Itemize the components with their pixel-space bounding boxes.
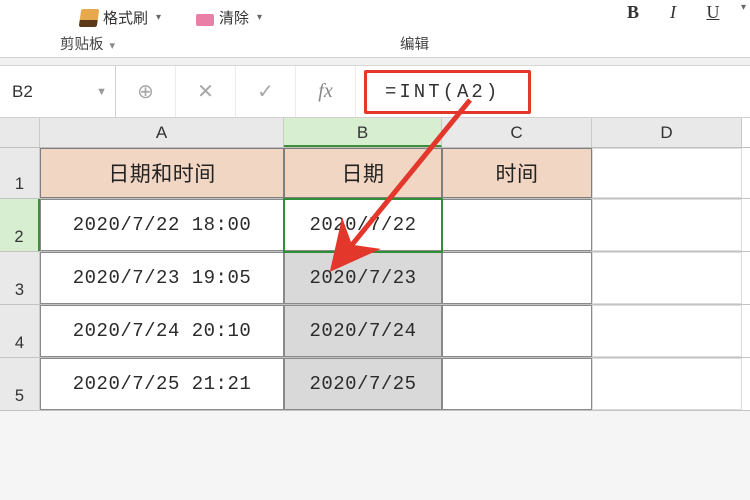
format-painter-button[interactable]: 格式刷 ▾ <box>70 3 171 32</box>
cell-A2[interactable]: 2020/7/22 18:00 <box>40 199 284 251</box>
clear-label: 清除 <box>219 7 249 28</box>
clear-button[interactable]: 清除 ▾ <box>186 3 272 32</box>
clipboard-group-label: 剪贴板▾ <box>60 33 115 54</box>
formula-input-wrap[interactable]: =INT(A2) <box>356 66 750 117</box>
row-header-3[interactable]: 3 <box>0 252 40 304</box>
cell-C1[interactable]: 时间 <box>442 148 592 198</box>
edit-group-label: 编辑 <box>400 33 429 54</box>
row-header-4[interactable]: 4 <box>0 305 40 357</box>
table-row: 2 2020/7/22 18:00 2020/7/22 <box>0 199 750 252</box>
column-header-D[interactable]: D <box>592 118 742 147</box>
formula-input[interactable]: =INT(A2) <box>364 70 531 114</box>
cell-B1[interactable]: 日期 <box>284 148 442 198</box>
table-row: 3 2020/7/23 19:05 2020/7/23 <box>0 252 750 305</box>
insert-function-extra-icon[interactable]: ⊕ <box>116 66 176 117</box>
row-header-1[interactable]: 1 <box>0 148 40 198</box>
cell-B2[interactable]: 2020/7/22 <box>284 199 442 251</box>
cell-A4[interactable]: 2020/7/24 20:10 <box>40 305 284 357</box>
format-painter-label: 格式刷 <box>103 7 148 28</box>
cell-C2[interactable] <box>442 199 592 251</box>
chevron-down-icon: ▾ <box>156 12 161 23</box>
cell-B3[interactable]: 2020/7/23 <box>284 252 442 304</box>
row-header-5[interactable]: 5 <box>0 358 40 410</box>
table-row: 1 日期和时间 日期 时间 <box>0 148 750 199</box>
cancel-formula-button[interactable]: ✕ <box>176 66 236 117</box>
eraser-icon <box>196 14 214 26</box>
cell-D4[interactable] <box>592 305 742 357</box>
select-all-corner[interactable] <box>0 118 40 147</box>
table-row: 4 2020/7/24 20:10 2020/7/24 <box>0 305 750 358</box>
cell-D1[interactable] <box>592 148 742 198</box>
cell-B5[interactable]: 2020/7/25 <box>284 358 442 410</box>
underline-button[interactable]: U <box>698 2 728 23</box>
cell-D2[interactable] <box>592 199 742 251</box>
brush-icon <box>79 9 100 27</box>
cell-A1[interactable]: 日期和时间 <box>40 148 284 198</box>
cell-D5[interactable] <box>592 358 742 410</box>
cell-C5[interactable] <box>442 358 592 410</box>
column-headers: A B C D <box>0 118 750 148</box>
ribbon: 格式刷 ▾ 清除 ▾ 剪贴板▾ 编辑 B I U ▾ <box>0 0 750 58</box>
font-style-buttons: B I U ▾ <box>618 2 746 23</box>
formula-bar: B2 ▼ ⊕ ✕ ✓ fx =INT(A2) <box>0 66 750 118</box>
cell-D3[interactable] <box>592 252 742 304</box>
chevron-down-icon: ▾ <box>257 12 262 23</box>
chevron-down-icon: ▾ <box>741 2 746 23</box>
bold-button[interactable]: B <box>618 2 648 23</box>
spreadsheet-grid[interactable]: A B C D 1 日期和时间 日期 时间 2 2020/7/22 18:00 … <box>0 118 750 411</box>
cell-B4[interactable]: 2020/7/24 <box>284 305 442 357</box>
cell-C4[interactable] <box>442 305 592 357</box>
fx-icon[interactable]: fx <box>296 66 356 117</box>
row-header-2[interactable]: 2 <box>0 199 40 251</box>
column-header-C[interactable]: C <box>442 118 592 147</box>
italic-button[interactable]: I <box>658 2 688 23</box>
column-header-B[interactable]: B <box>284 118 442 147</box>
confirm-formula-button[interactable]: ✓ <box>236 66 296 117</box>
cell-C3[interactable] <box>442 252 592 304</box>
chevron-down-icon: ▼ <box>96 86 107 98</box>
cell-A5[interactable]: 2020/7/25 21:21 <box>40 358 284 410</box>
name-box-value: B2 <box>12 82 33 102</box>
name-box[interactable]: B2 ▼ <box>0 66 116 117</box>
column-header-A[interactable]: A <box>40 118 284 147</box>
cell-A3[interactable]: 2020/7/23 19:05 <box>40 252 284 304</box>
table-row: 5 2020/7/25 21:21 2020/7/25 <box>0 358 750 411</box>
chevron-down-icon: ▾ <box>110 40 116 52</box>
